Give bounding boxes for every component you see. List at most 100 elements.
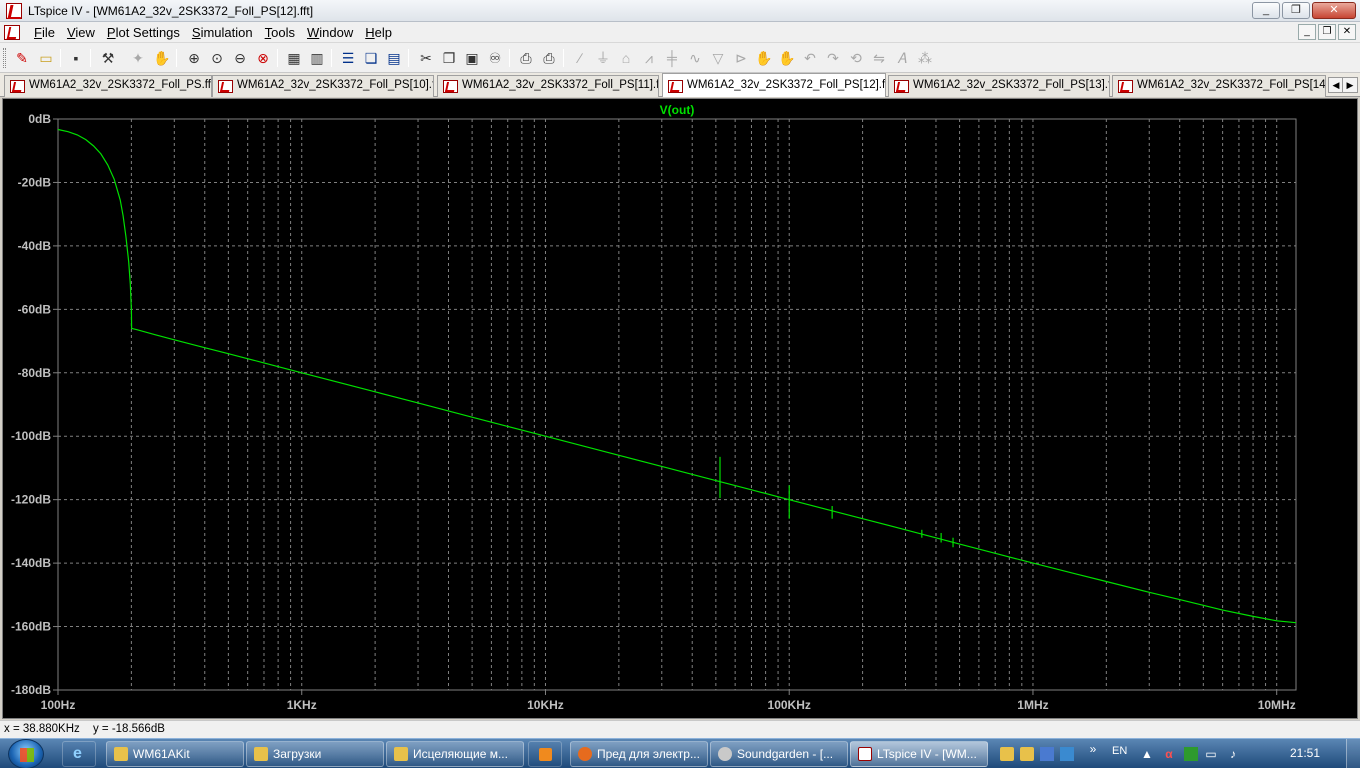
label-net-icon[interactable]: ⌂ <box>616 48 636 68</box>
tile-vertical-icon[interactable]: ▤ <box>384 48 404 68</box>
volume-icon[interactable]: ♪ <box>1226 747 1240 761</box>
tab-fft-10[interactable]: WM61A2_32v_2SK3372_Foll_PS[10].fft <box>212 75 434 97</box>
pan-icon[interactable]: ⊙ <box>207 48 227 68</box>
x-tick-label[interactable]: 100KHz <box>768 698 811 712</box>
print-icon[interactable]: ⎙ <box>539 48 559 68</box>
y-tick-label[interactable]: -180dB <box>11 683 51 697</box>
y-tick-label[interactable]: -120dB <box>11 493 51 507</box>
maximize-button[interactable]: ❐ <box>1282 2 1310 19</box>
tab-scroll-right-icon[interactable]: ▶ <box>1342 77 1358 93</box>
diode-icon[interactable]: ▽ <box>708 48 728 68</box>
y-tick-label[interactable]: -100dB <box>11 429 51 443</box>
tray-network-icon[interactable] <box>1040 747 1054 761</box>
menu-tools[interactable]: Tools <box>259 25 301 40</box>
paste-icon[interactable]: ▣ <box>462 48 482 68</box>
taskbar-item-soundgarden[interactable]: Soundgarden - [... <box>710 741 848 767</box>
halt-hand-icon[interactable]: ✋ <box>152 48 172 68</box>
taskbar-item-wm61akit[interactable]: WM61AKit <box>106 741 244 767</box>
y-tick-label[interactable]: -40dB <box>18 239 52 253</box>
close-button[interactable]: ✕ <box>1312 2 1356 19</box>
copy-icon[interactable]: ❐ <box>439 48 459 68</box>
y-tick-label[interactable]: 0dB <box>28 112 51 126</box>
y-tick-label[interactable]: -80dB <box>18 366 52 380</box>
taskbar-item-ltspice[interactable]: LTspice IV - [WM... <box>850 741 988 767</box>
tray-document-icon[interactable] <box>1020 747 1034 761</box>
waveform-viewer[interactable]: 0dB -20dB -40dB -60dB -80dB -100dB -120dB -140d… <box>2 98 1358 719</box>
menu-plot-settings[interactable]: Plot Settings <box>101 25 186 40</box>
y-tick-label[interactable]: -140dB <box>11 556 51 570</box>
cascade-windows-icon[interactable]: ❏ <box>361 48 381 68</box>
draw-wire-icon[interactable]: ∕ <box>570 48 590 68</box>
toolbar-grip[interactable] <box>3 48 6 68</box>
tab-fft-13[interactable]: WM61A2_32v_2SK3372_Foll_PS[13].fft <box>888 75 1110 97</box>
autorange-icon[interactable]: ▦ <box>284 48 304 68</box>
x-tick-label[interactable]: 10MHz <box>1258 698 1296 712</box>
tray-devices-icon[interactable] <box>1060 747 1074 761</box>
tab-fft-12[interactable]: WM61A2_32v_2SK3372_Foll_PS[12].fft <box>662 73 886 97</box>
taskbar-item-downloads[interactable]: Загрузки <box>246 741 384 767</box>
open-folder-icon[interactable]: ▭ <box>36 48 56 68</box>
start-button[interactable] <box>8 739 44 768</box>
ltspice-app-icon[interactable] <box>6 3 22 19</box>
x-tick-label[interactable]: 1KHz <box>287 698 317 712</box>
tray-green-icon[interactable] <box>1184 747 1198 761</box>
taskbar-item-firefox[interactable]: Пред для электр... <box>570 741 708 767</box>
y-tick-label[interactable]: -60dB <box>18 302 52 316</box>
mdi-restore-button[interactable]: ❐ <box>1318 24 1336 40</box>
menu-file[interactable]: File <box>28 25 61 40</box>
x-tick-label[interactable]: 100Hz <box>41 698 76 712</box>
move-hand-icon[interactable]: ✋ <box>754 48 774 68</box>
clock[interactable]: 21:51 <box>1290 746 1320 760</box>
tab-fft-14[interactable]: WM61A2_32v_2SK3372_Foll_PS[14].fft <box>1112 75 1326 97</box>
inductor-icon[interactable]: ∿ <box>685 48 705 68</box>
language-indicator[interactable]: EN <box>1112 745 1127 757</box>
resistor-icon[interactable]: ⩘ <box>639 48 659 68</box>
mdi-close-button[interactable]: ✕ <box>1338 24 1356 40</box>
menu-simulation[interactable]: Simulation <box>186 25 259 40</box>
print-setup-icon[interactable]: ⎙ <box>516 48 536 68</box>
media-player-icon[interactable] <box>528 741 562 767</box>
tray-folder-icon[interactable] <box>1000 747 1014 761</box>
drag-hand-icon[interactable]: ✋ <box>777 48 797 68</box>
zoom-in-icon[interactable]: ⊕ <box>184 48 204 68</box>
cut-icon[interactable]: ✂ <box>416 48 436 68</box>
tray-display-icon[interactable]: ▭ <box>1204 747 1218 761</box>
trace-label-vout[interactable]: V(out) <box>660 103 695 117</box>
run-icon[interactable]: ✦ <box>128 48 148 68</box>
fft-plot[interactable]: 0dB -20dB -40dB -60dB -80dB -100dB -120dB -140d… <box>3 99 1357 718</box>
delete-trace-icon[interactable]: ▥ <box>307 48 327 68</box>
rotate-icon[interactable]: ⟲ <box>846 48 866 68</box>
taskbar-item-healing[interactable]: Исцеляющие м... <box>386 741 524 767</box>
zoom-out-icon[interactable]: ⊖ <box>230 48 250 68</box>
x-tick-label[interactable]: 10KHz <box>527 698 564 712</box>
tile-horizontal-icon[interactable]: ☰ <box>338 48 358 68</box>
new-schematic-icon[interactable]: ✎ <box>12 48 32 68</box>
control-panel-hammer-icon[interactable]: ⚒ <box>98 48 118 68</box>
menu-view[interactable]: View <box>61 25 101 40</box>
tray-alpha-icon[interactable]: α <box>1162 747 1176 761</box>
save-icon[interactable]: ▪ <box>66 48 86 68</box>
mdi-minimize-button[interactable]: _ <box>1298 24 1316 40</box>
undo-icon[interactable]: ↶ <box>800 48 820 68</box>
find-binoculars-icon[interactable]: ♾ <box>485 48 505 68</box>
tab-fft-11[interactable]: WM61A2_32v_2SK3372_Foll_PS[11].fft <box>437 75 659 97</box>
tray-arrow-up-icon[interactable]: ▲ <box>1140 747 1154 761</box>
spice-directive-icon[interactable]: ⁂ <box>915 48 935 68</box>
y-tick-label[interactable]: -20dB <box>18 175 52 189</box>
minimize-button[interactable]: _ <box>1252 2 1280 19</box>
tray-expand-icon[interactable]: » <box>1086 742 1100 756</box>
component-icon[interactable]: ⊳ <box>731 48 751 68</box>
menu-help[interactable]: Help <box>359 25 398 40</box>
y-tick-label[interactable]: -160dB <box>11 620 51 634</box>
x-tick-label[interactable]: 1MHz <box>1017 698 1048 712</box>
redo-icon[interactable]: ↷ <box>823 48 843 68</box>
menu-window[interactable]: Window <box>301 25 359 40</box>
text-icon[interactable]: 𝐴 <box>892 48 912 68</box>
internet-explorer-icon[interactable]: e <box>62 741 96 767</box>
ground-icon[interactable]: ⏚ <box>593 48 613 68</box>
mirror-icon[interactable]: ⇋ <box>869 48 889 68</box>
tab-fft-0[interactable]: WM61A2_32v_2SK3372_Foll_PS.fft <box>4 75 212 97</box>
zoom-fit-icon[interactable]: ⊗ <box>253 48 273 68</box>
show-desktop-button[interactable] <box>1346 739 1360 768</box>
document-icon[interactable] <box>4 25 20 40</box>
